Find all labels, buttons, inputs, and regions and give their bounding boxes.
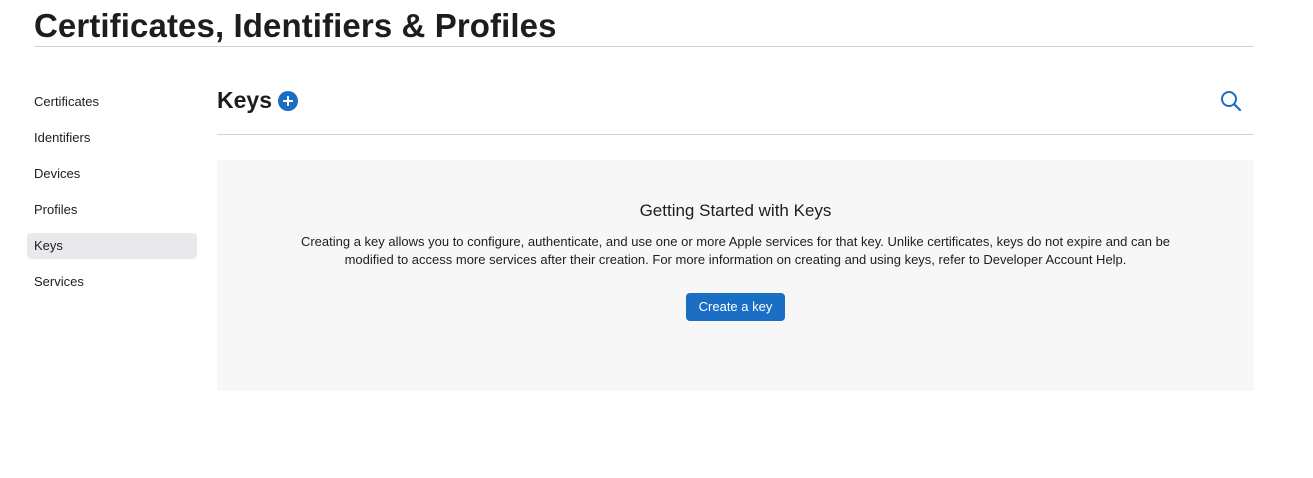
empty-state-title: Getting Started with Keys <box>639 201 832 220</box>
page-title: Certificates, Identifiers & Profiles <box>34 7 557 44</box>
sidebar-item-identifiers[interactable]: Identifiers <box>27 125 197 151</box>
sidebar-item-certificates[interactable]: Certificates <box>27 89 197 115</box>
page-header: Certificates, Identifiers & Profiles <box>34 4 1254 47</box>
sidebar-item-services[interactable]: Services <box>27 269 197 295</box>
plus-circle-icon[interactable] <box>278 91 298 111</box>
sidebar-item-keys[interactable]: Keys <box>27 233 197 259</box>
plus-circle-icon-graphic <box>278 91 298 111</box>
search-icon[interactable] <box>1220 90 1242 112</box>
empty-state-description: Creating a key allows you to configure, … <box>300 234 1171 267</box>
sidebar-item-devices[interactable]: Devices <box>27 161 197 187</box>
sidebar-item-profiles[interactable]: Profiles <box>27 197 197 223</box>
empty-state-panel: Getting Started with Keys Creating a key… <box>217 160 1254 391</box>
main-content: Keys Getting Started with Keys Creating … <box>217 78 1254 391</box>
sidebar: Certificates Identifiers Devices Profile… <box>27 89 197 305</box>
create-key-button[interactable]: Create a key <box>686 293 785 321</box>
section-title: Keys <box>217 87 272 113</box>
section-header: Keys <box>217 78 1254 135</box>
search-icon-graphic <box>1221 91 1242 112</box>
